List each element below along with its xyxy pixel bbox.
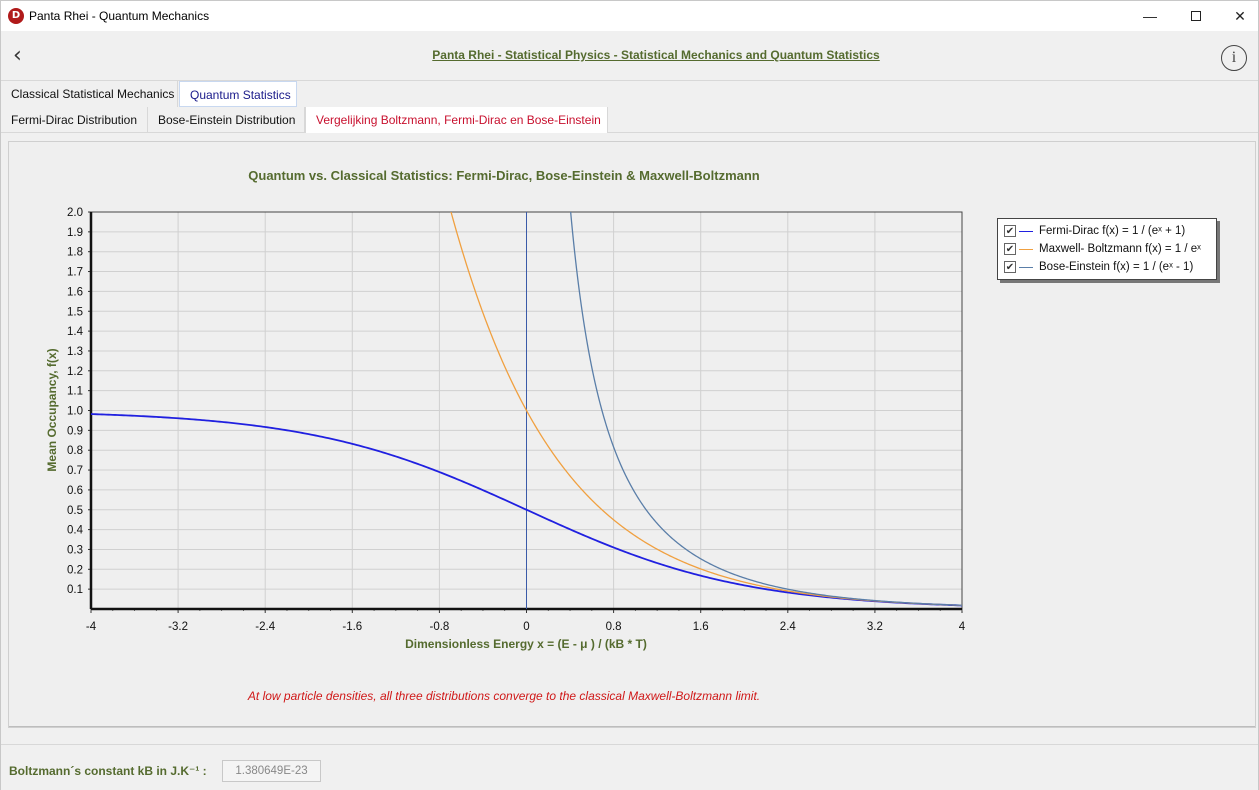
bottom-bar: Boltzmann´s constant kB in J.K⁻¹ : 1.380… [1,744,1258,790]
y-axis-label: Mean Occupancy, f(x) [45,348,59,471]
y-tick-label: 1.6 [67,286,83,298]
sub-tab-strip: Fermi-Dirac Distribution Bose-Einstein D… [1,107,1258,133]
x-tick-label: 4 [959,621,966,633]
y-tick-label: 0.8 [67,445,83,457]
legend-checkbox-maxwell-boltzmann[interactable]: ✔ [1004,243,1016,255]
y-tick-label: 0.7 [67,465,83,477]
app-logo-icon: D [8,8,24,24]
tab-fermi-dirac-distribution[interactable]: Fermi-Dirac Distribution [1,107,148,133]
y-tick-label: 1.8 [67,247,83,259]
legend-label-bose-einstein: Bose-Einstein f(x) = 1 / (eˣ - 1) [1039,261,1194,273]
x-tick-label: -1.6 [342,621,362,633]
y-tick-label: 0.9 [67,425,83,437]
x-tick-label: -0.8 [429,621,449,633]
y-tick-label: 2.0 [67,207,83,219]
y-tick-label: 0.6 [67,485,83,497]
x-tick-label: -3.2 [168,621,188,633]
x-tick-label: 0 [523,621,529,633]
x-tick-label: 2.4 [780,621,797,633]
y-tick-label: 1.5 [67,306,83,318]
y-tick-label: 1.0 [67,406,83,418]
x-tick-label: 0.8 [606,621,622,633]
legend-checkbox-fermi-dirac[interactable]: ✔ [1004,225,1016,237]
y-tick-label: 1.7 [67,267,83,279]
chart-title: Quantum vs. Classical Statistics: Fermi-… [248,168,760,183]
y-tick-label: 0.5 [67,505,83,517]
legend-label-fermi-dirac: Fermi-Dirac f(x) = 1 / (eˣ + 1) [1039,225,1186,237]
boltzmann-constant-field[interactable]: 1.380649E-23 [222,760,321,782]
breadcrumb-title[interactable]: Panta Rhei - Statistical Physics - Stati… [1,48,1259,62]
legend-swatch-fermi-dirac [1019,231,1033,232]
minimize-button[interactable]: — [1127,1,1173,31]
y-tick-label: 1.9 [67,227,83,239]
y-tick-label: 1.2 [67,366,83,378]
maximize-icon [1191,11,1201,21]
x-tick-label: 1.6 [693,621,709,633]
tab-bose-einstein-distribution[interactable]: Bose-Einstein Distribution [148,107,305,133]
legend-swatch-bose-einstein [1019,267,1033,268]
page-header: ‹ Panta Rhei - Statistical Physics - Sta… [1,31,1258,81]
y-tick-label: 0.1 [67,584,83,596]
chart-legend: ✔ Fermi-Dirac f(x) = 1 / (eˣ + 1) ✔ Maxw… [997,218,1217,280]
footnote-text: At low particle densities, all three dis… [247,689,761,703]
y-tick-label: 1.3 [67,346,83,358]
legend-label-maxwell-boltzmann: Maxwell- Boltzmann f(x) = 1 / eˣ [1039,243,1201,255]
window-title: Panta Rhei - Quantum Mechanics [29,9,210,23]
close-button[interactable]: ✕ [1217,1,1259,31]
tab-quantum-statistics[interactable]: Quantum Statistics [179,81,297,107]
y-tick-label: 0.2 [67,564,83,576]
tab-classical-statistical-mechanics[interactable]: Classical Statistical Mechanics [1,81,178,107]
tab-comparison[interactable]: Vergelijking Boltzmann, Fermi-Dirac en B… [305,107,608,133]
y-tick-label: 1.4 [67,326,84,338]
title-bar: D Panta Rhei - Quantum Mechanics — ✕ [1,1,1258,31]
app-window: D Panta Rhei - Quantum Mechanics — ✕ ‹ P… [0,0,1259,790]
x-tick-label: -2.4 [255,621,275,633]
x-axis-label: Dimensionless Energy x = (E - μ ) / (kB … [405,637,647,651]
y-tick-label: 1.1 [67,386,83,398]
maximize-button[interactable] [1173,1,1219,31]
info-icon[interactable]: i [1221,45,1247,71]
x-tick-label: 3.2 [867,621,883,633]
x-tick-label: -4 [86,621,97,633]
legend-swatch-maxwell-boltzmann [1019,249,1033,250]
legend-checkbox-bose-einstein[interactable]: ✔ [1004,261,1016,273]
y-tick-label: 0.4 [67,525,84,537]
boltzmann-constant-label: Boltzmann´s constant kB in J.K⁻¹ : [9,764,207,778]
y-tick-label: 0.3 [67,544,83,556]
chart-panel: 0.1 0.2 0.3 0.4 0.5 0.6 0.7 0.8 0.9 1.0 1.1 1.2 1.3 1… [8,141,1256,728]
